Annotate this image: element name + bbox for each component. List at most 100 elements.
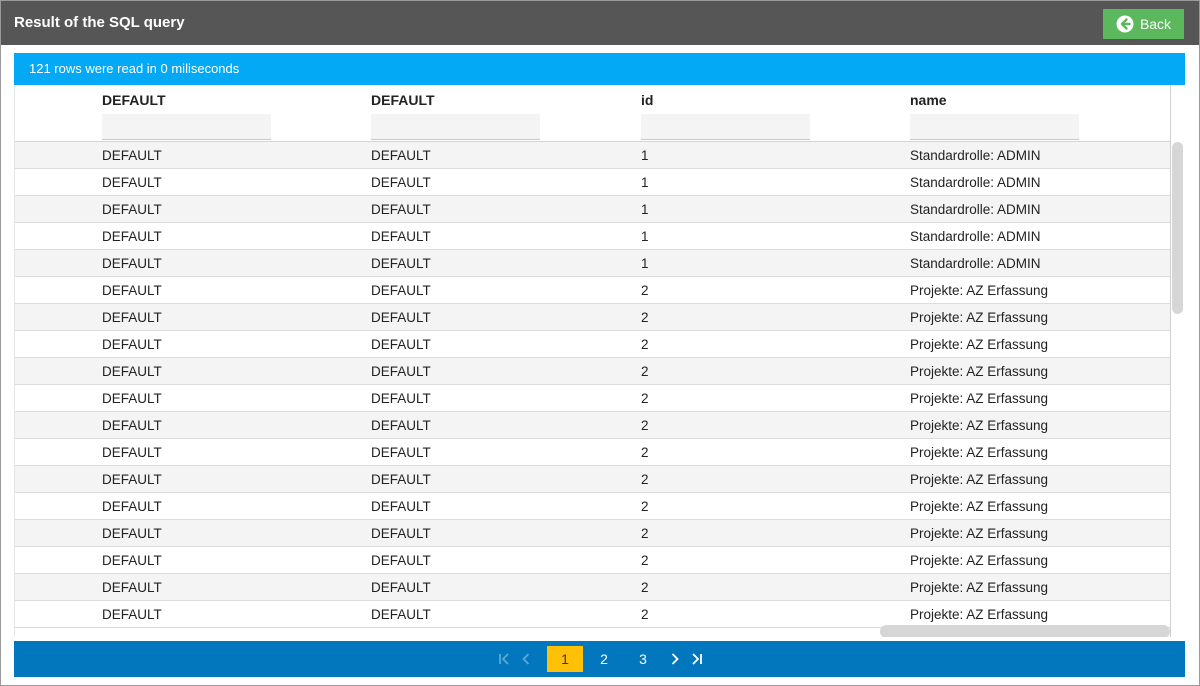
previous-page-icon <box>522 653 530 665</box>
table-cell: 2 <box>641 472 649 487</box>
table-cell: DEFAULT <box>371 391 431 406</box>
grid-header: DEFAULT DEFAULT id name <box>15 85 1170 142</box>
table-cell: DEFAULT <box>102 526 162 541</box>
table-row[interactable]: DEFAULT DEFAULT 2 Projekte: AZ Erfassung <box>15 331 1170 358</box>
table-row[interactable]: DEFAULT DEFAULT 2 Projekte: AZ Erfassung <box>15 358 1170 385</box>
column-filter-input[interactable] <box>641 114 810 140</box>
table-cell: 2 <box>641 337 649 352</box>
table-cell: Standardrolle: ADMIN <box>910 202 1041 217</box>
grid-border <box>1170 85 1171 637</box>
previous-page-button[interactable] <box>516 646 536 672</box>
horizontal-scrollbar[interactable] <box>880 625 1170 637</box>
vertical-scrollbar[interactable] <box>1172 142 1183 314</box>
table-row[interactable]: DEFAULT DEFAULT 2 Projekte: AZ Erfassung <box>15 493 1170 520</box>
table-cell: 2 <box>641 364 649 379</box>
table-row[interactable]: DEFAULT DEFAULT 1 Standardrolle: ADMIN <box>15 250 1170 277</box>
table-cell: 2 <box>641 607 649 622</box>
first-page-button[interactable] <box>494 646 514 672</box>
table-cell: DEFAULT <box>371 499 431 514</box>
table-row[interactable]: DEFAULT DEFAULT 1 Standardrolle: ADMIN <box>15 223 1170 250</box>
table-cell: DEFAULT <box>102 229 162 244</box>
table-cell: DEFAULT <box>102 283 162 298</box>
table-cell: DEFAULT <box>371 202 431 217</box>
table-cell: 2 <box>641 445 649 460</box>
table-cell: DEFAULT <box>371 607 431 622</box>
table-row[interactable]: DEFAULT DEFAULT 1 Standardrolle: ADMIN <box>15 169 1170 196</box>
table-cell: DEFAULT <box>371 256 431 271</box>
table-row[interactable]: DEFAULT DEFAULT 1 Standardrolle: ADMIN <box>15 196 1170 223</box>
column-filter-input[interactable] <box>371 114 540 140</box>
table-row[interactable]: DEFAULT DEFAULT 2 Projekte: AZ Erfassung <box>15 520 1170 547</box>
table-cell: DEFAULT <box>102 364 162 379</box>
next-page-icon <box>671 653 679 665</box>
table-cell: 2 <box>641 526 649 541</box>
table-cell: Standardrolle: ADMIN <box>910 256 1041 271</box>
table-cell: Projekte: AZ Erfassung <box>910 310 1049 325</box>
table-cell: 1 <box>641 202 649 217</box>
table-row[interactable]: DEFAULT DEFAULT 2 Projekte: AZ Erfassung <box>15 304 1170 331</box>
table-cell: DEFAULT <box>102 499 162 514</box>
table-cell: 2 <box>641 418 649 433</box>
table-cell: DEFAULT <box>371 175 431 190</box>
table-cell: DEFAULT <box>102 607 162 622</box>
sql-result-window: Result of the SQL query Back 121 rows we… <box>0 0 1200 686</box>
table-cell: DEFAULT <box>371 337 431 352</box>
table-cell: DEFAULT <box>102 256 162 271</box>
table-row[interactable]: DEFAULT DEFAULT 2 Projekte: AZ Erfassung <box>15 547 1170 574</box>
table-cell: DEFAULT <box>371 445 431 460</box>
table-row[interactable]: DEFAULT DEFAULT 2 Projekte: AZ Erfassung <box>15 439 1170 466</box>
table-cell: DEFAULT <box>102 148 162 163</box>
table-cell: DEFAULT <box>102 553 162 568</box>
last-page-button[interactable] <box>687 646 707 672</box>
table-row[interactable]: DEFAULT DEFAULT 2 Projekte: AZ Erfassung <box>15 574 1170 601</box>
table-cell: DEFAULT <box>102 202 162 217</box>
table-row[interactable]: DEFAULT DEFAULT 2 Projekte: AZ Erfassung <box>15 466 1170 493</box>
table-cell: 1 <box>641 256 649 271</box>
pagination-bar: 123 <box>14 641 1185 677</box>
table-cell: Projekte: AZ Erfassung <box>910 553 1049 568</box>
last-page-icon <box>692 653 702 665</box>
table-cell: 2 <box>641 553 649 568</box>
table-cell: 2 <box>641 283 649 298</box>
page-title: Result of the SQL query <box>14 14 185 31</box>
table-cell: Standardrolle: ADMIN <box>910 175 1041 190</box>
table-cell: DEFAULT <box>371 580 431 595</box>
column-title: DEFAULT <box>102 92 166 108</box>
table-cell: DEFAULT <box>371 526 431 541</box>
table-cell: DEFAULT <box>102 580 162 595</box>
first-page-icon <box>499 653 509 665</box>
next-page-button[interactable] <box>665 646 685 672</box>
results-grid: DEFAULT DEFAULT id name DEFAULT DEFAULT 1 S… <box>14 85 1185 637</box>
table-cell: Projekte: AZ Erfassung <box>910 580 1049 595</box>
column-header: id <box>641 92 810 140</box>
table-row[interactable]: DEFAULT DEFAULT 1 Standardrolle: ADMIN <box>15 142 1170 169</box>
table-row[interactable]: DEFAULT DEFAULT 2 Projekte: AZ Erfassung <box>15 277 1170 304</box>
title-bar: Result of the SQL query Back <box>1 1 1199 45</box>
page-button-2[interactable]: 2 <box>586 646 622 672</box>
column-filter-input[interactable] <box>910 114 1079 140</box>
table-cell: DEFAULT <box>371 148 431 163</box>
table-cell: Projekte: AZ Erfassung <box>910 445 1049 460</box>
table-cell: Projekte: AZ Erfassung <box>910 283 1049 298</box>
back-button[interactable]: Back <box>1103 9 1184 39</box>
column-header: DEFAULT <box>102 92 271 140</box>
table-cell: DEFAULT <box>102 310 162 325</box>
column-filter-input[interactable] <box>102 114 271 140</box>
table-cell: DEFAULT <box>371 472 431 487</box>
column-title: id <box>641 92 654 108</box>
table-cell: DEFAULT <box>371 283 431 298</box>
arrow-left-icon <box>1116 15 1134 33</box>
column-header: DEFAULT <box>371 92 540 140</box>
table-cell: DEFAULT <box>371 364 431 379</box>
table-cell: 2 <box>641 499 649 514</box>
table-cell: DEFAULT <box>371 229 431 244</box>
table-cell: 2 <box>641 310 649 325</box>
page-button-3[interactable]: 3 <box>625 646 661 672</box>
table-row[interactable]: DEFAULT DEFAULT 2 Projekte: AZ Erfassung <box>15 385 1170 412</box>
page-button-1[interactable]: 1 <box>547 646 583 672</box>
table-cell: 1 <box>641 229 649 244</box>
table-row[interactable]: DEFAULT DEFAULT 2 Projekte: AZ Erfassung <box>15 412 1170 439</box>
table-row[interactable]: DEFAULT DEFAULT 2 Projekte: AZ Erfassung <box>15 601 1170 628</box>
table-cell: 1 <box>641 175 649 190</box>
column-header: name <box>910 92 1079 140</box>
